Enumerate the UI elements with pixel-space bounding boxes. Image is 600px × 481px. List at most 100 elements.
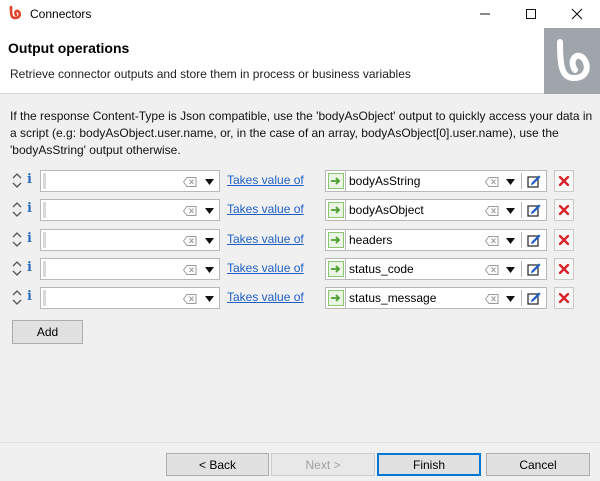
edit-icon[interactable] [527,291,541,305]
edit-icon[interactable] [527,174,541,188]
info-text: If the response Content-Type is Json com… [10,109,593,157]
clear-field-icon[interactable] [183,177,197,187]
delete-icon [559,293,569,303]
minimize-button[interactable] [462,0,508,28]
delete-row-button[interactable] [554,287,574,309]
chevron-down-icon[interactable] [205,208,214,214]
footer-divider [0,442,600,443]
green-arrow-icon [328,261,344,277]
chevron-down-icon[interactable] [506,179,515,185]
output-field[interactable]: bodyAsObject [325,199,547,221]
chevron-down-icon[interactable] [205,179,214,185]
output-name: status_code [349,262,414,276]
chevron-down-icon[interactable] [506,238,515,244]
combo-marker [43,232,46,248]
divider [345,171,346,191]
delete-row-button[interactable] [554,170,574,192]
divider [521,290,522,306]
header-logo-panel [544,28,600,94]
edit-icon[interactable] [527,203,541,217]
delete-row-button[interactable] [554,258,574,280]
delete-row-button[interactable] [554,199,574,221]
operation-row: i Takes value of bodyAsObject [0,196,600,224]
info-icon[interactable]: i [27,231,35,246]
wizard-header: Output operations Retrieve connector out… [0,28,600,94]
operation-row: i Takes value of status_message [0,284,600,312]
clear-field-icon[interactable] [485,206,499,216]
delete-row-button[interactable] [554,229,574,251]
output-field[interactable]: headers [325,229,547,251]
chevron-down-icon[interactable] [205,238,214,244]
clear-field-icon[interactable] [183,265,197,275]
divider [345,200,346,220]
operator-link[interactable]: Takes value of [227,290,304,304]
maximize-icon [526,9,536,19]
delete-icon [559,176,569,186]
operation-row: i Takes value of bodyAsString [0,167,600,195]
chevron-down-icon[interactable] [205,267,214,273]
target-variable-combo[interactable] [40,170,220,192]
clear-field-icon[interactable] [183,206,197,216]
divider [521,202,522,218]
divider [345,288,346,308]
divider [521,232,522,248]
reorder-arrows-icon[interactable] [12,260,22,277]
divider [345,230,346,250]
reorder-arrows-icon[interactable] [12,231,22,248]
window-title: Connectors [30,7,92,21]
output-field[interactable]: status_code [325,258,547,280]
clear-field-icon[interactable] [485,294,499,304]
back-button[interactable]: < Back [166,453,269,476]
target-variable-combo[interactable] [40,287,220,309]
reorder-arrows-icon[interactable] [12,289,22,306]
delete-icon [559,205,569,215]
operator-link[interactable]: Takes value of [227,261,304,275]
page-description: Retrieve connector outputs and store the… [10,67,411,81]
operator-link[interactable]: Takes value of [227,202,304,216]
bonita-watermark-icon [557,39,590,82]
output-name: bodyAsObject [349,203,424,217]
close-button[interactable] [554,0,600,28]
operation-row: i Takes value of headers [0,226,600,254]
minimize-icon [480,13,490,15]
chevron-down-icon[interactable] [506,267,515,273]
reorder-arrows-icon[interactable] [12,172,22,189]
operator-link[interactable]: Takes value of [227,232,304,246]
divider [521,173,522,189]
combo-marker [43,173,46,189]
combo-marker [43,261,46,277]
target-variable-combo[interactable] [40,258,220,280]
maximize-button[interactable] [508,0,554,28]
output-name: headers [349,233,393,247]
clear-field-icon[interactable] [183,236,197,246]
target-variable-combo[interactable] [40,199,220,221]
clear-field-icon[interactable] [183,294,197,304]
finish-button[interactable]: Finish [377,453,481,476]
reorder-arrows-icon[interactable] [12,201,22,218]
clear-field-icon[interactable] [485,265,499,275]
chevron-down-icon[interactable] [506,296,515,302]
output-name: status_message [349,291,437,305]
cancel-button[interactable]: Cancel [486,453,590,476]
output-field[interactable]: status_message [325,287,547,309]
title-bar: Connectors [0,0,600,28]
info-icon[interactable]: i [27,172,35,187]
chevron-down-icon[interactable] [506,208,515,214]
info-icon[interactable]: i [27,201,35,216]
operator-link[interactable]: Takes value of [227,173,304,187]
chevron-down-icon[interactable] [205,296,214,302]
divider [345,259,346,279]
clear-field-icon[interactable] [485,236,499,246]
target-variable-combo[interactable] [40,229,220,251]
clear-field-icon[interactable] [485,177,499,187]
divider [521,261,522,277]
bonita-logo-icon [9,5,22,20]
info-icon[interactable]: i [27,289,35,304]
add-button[interactable]: Add [12,320,83,344]
edit-icon[interactable] [527,233,541,247]
delete-icon [559,264,569,274]
info-icon[interactable]: i [27,260,35,275]
close-icon [571,8,583,20]
edit-icon[interactable] [527,262,541,276]
output-field[interactable]: bodyAsString [325,170,547,192]
